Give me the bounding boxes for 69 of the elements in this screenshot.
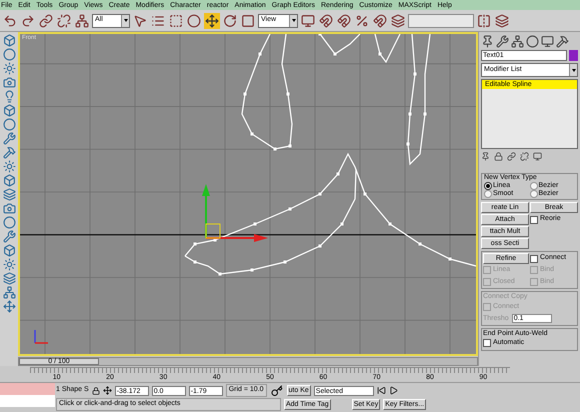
box-icon[interactable] [2, 34, 16, 47]
transform-mode-icon[interactable] [102, 386, 112, 395]
box-icon[interactable] [2, 174, 16, 187]
square-icon[interactable] [240, 12, 256, 28]
camera-icon[interactable] [2, 76, 16, 89]
move-icon[interactable] [204, 12, 220, 28]
dropdown-arrow-icon [292, 19, 296, 22]
box-icon[interactable] [2, 244, 16, 257]
create-icon[interactable] [481, 34, 494, 48]
sun-icon[interactable] [2, 62, 16, 75]
circle-icon[interactable] [2, 118, 16, 131]
graph-icon[interactable] [74, 12, 90, 28]
wrench-icon[interactable] [2, 230, 16, 243]
unlink-icon[interactable] [56, 12, 72, 28]
hammer-icon[interactable] [2, 146, 16, 159]
motion-icon[interactable] [526, 34, 539, 48]
display-icon[interactable] [541, 34, 554, 48]
checkbox[interactable] [530, 254, 538, 262]
pointer-icon[interactable] [132, 12, 148, 28]
pin-icon[interactable] [481, 152, 490, 160]
modify-icon[interactable] [496, 34, 509, 48]
sun-icon[interactable] [2, 160, 16, 173]
key-icon[interactable] [270, 384, 284, 396]
object-color-swatch[interactable] [569, 50, 578, 61]
layers-icon[interactable] [390, 12, 406, 28]
dashed-square-icon[interactable] [168, 12, 184, 28]
layers-icon[interactable] [2, 272, 16, 285]
script-output-field[interactable] [0, 395, 55, 407]
lock-icon[interactable] [92, 386, 100, 394]
layers-icon[interactable] [494, 12, 510, 28]
lightbulb-icon[interactable] [2, 90, 16, 103]
unlink-icon[interactable] [520, 152, 529, 160]
undo-icon[interactable] [2, 12, 18, 28]
radio-button[interactable] [530, 182, 538, 190]
play-icon[interactable] [388, 386, 398, 395]
lock-icon[interactable] [494, 152, 503, 160]
checkbox[interactable] [483, 339, 491, 348]
graph-icon[interactable] [2, 286, 16, 299]
radio-button[interactable] [484, 190, 492, 198]
axis-tripod-icon [32, 328, 50, 346]
circle-icon[interactable] [2, 216, 16, 229]
camera-icon[interactable] [2, 202, 16, 215]
monitor-icon[interactable] [300, 12, 316, 28]
circle-icon[interactable] [186, 12, 202, 28]
magnet-icon[interactable] [372, 12, 388, 28]
redo-icon[interactable] [20, 12, 36, 28]
dropdown-arrow-icon [572, 68, 576, 72]
link-icon[interactable] [507, 152, 516, 160]
hierarchy-icon[interactable] [511, 34, 524, 48]
rotate-icon[interactable] [222, 12, 238, 28]
monitor-icon[interactable] [533, 152, 542, 160]
layers-icon[interactable] [2, 188, 16, 201]
checkbox[interactable] [530, 216, 538, 224]
utilities-icon[interactable] [556, 34, 569, 48]
script-listener-field[interactable] [0, 383, 55, 395]
radio-button[interactable] [484, 182, 492, 190]
link-icon[interactable] [38, 12, 54, 28]
dropdown-arrow-icon [124, 19, 128, 22]
wrench-icon[interactable] [2, 132, 16, 145]
move-icon[interactable] [2, 300, 16, 313]
magnet-icon[interactable] [318, 12, 334, 28]
circle-icon[interactable] [2, 48, 16, 61]
skip-back-icon[interactable] [376, 386, 386, 395]
box-icon[interactable] [2, 104, 16, 117]
radio-button[interactable] [530, 190, 538, 198]
mirror-icon[interactable] [476, 12, 492, 28]
sun-icon[interactable] [2, 258, 16, 271]
magnet-icon[interactable] [336, 12, 352, 28]
selection-set-field[interactable] [408, 14, 474, 28]
